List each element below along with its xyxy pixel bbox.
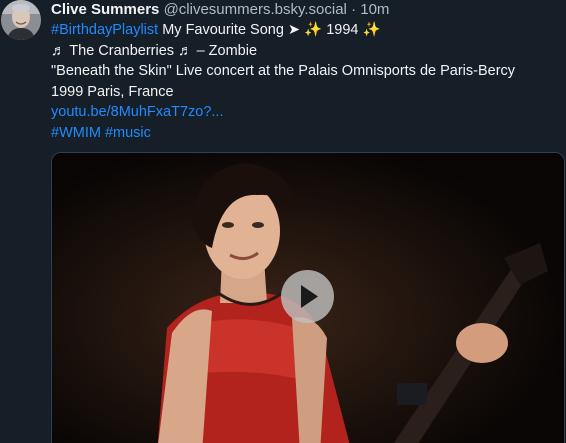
line1-text: My Favourite Song ➤ — [158, 22, 305, 38]
author-handle[interactable]: @clivesummers.bsky.social — [164, 1, 347, 18]
sparkle-icon: ✨ — [304, 22, 323, 38]
post: Clive Summers @clivesummers.bsky.social … — [0, 0, 566, 443]
post-line-3: "Beneath the Skin" Live concert at the P… — [51, 63, 516, 79]
hashtag-music[interactable]: #music — [105, 125, 151, 141]
post-time[interactable]: 10m — [360, 1, 389, 18]
sparkle-icon: ✨ — [362, 22, 381, 38]
video-embed[interactable] — [51, 152, 565, 443]
youtube-link[interactable]: youtu.be/8MuhFxaT7zo?... — [51, 104, 224, 120]
avatar[interactable] — [1, 0, 41, 40]
post-header: Clive Summers @clivesummers.bsky.social … — [51, 0, 563, 20]
avatar-image — [1, 0, 41, 40]
post-line-4: 1999 Paris, France — [51, 83, 174, 100]
play-icon — [301, 285, 318, 308]
author-name[interactable]: Clive Summers — [51, 1, 159, 18]
post-content: Clive Summers @clivesummers.bsky.social … — [51, 0, 565, 443]
post-line-2: ♬ The Cranberries ♬ – Zombie — [51, 42, 258, 59]
play-button[interactable] — [281, 270, 334, 323]
post-tags-line: #WMIM #music — [51, 123, 563, 144]
separator-dot: · — [351, 1, 357, 18]
line1-year: 1994 — [322, 22, 363, 38]
hashtag-wmim[interactable]: #WMIM — [51, 125, 101, 141]
post-line-1: #BirthdayPlaylist My Favourite Song ➤ ✨ … — [51, 20, 563, 41]
post-link-line: youtu.be/8MuhFxaT7zo?... — [51, 102, 563, 123]
hashtag-birthdayplaylist[interactable]: #BirthdayPlaylist — [51, 22, 158, 38]
